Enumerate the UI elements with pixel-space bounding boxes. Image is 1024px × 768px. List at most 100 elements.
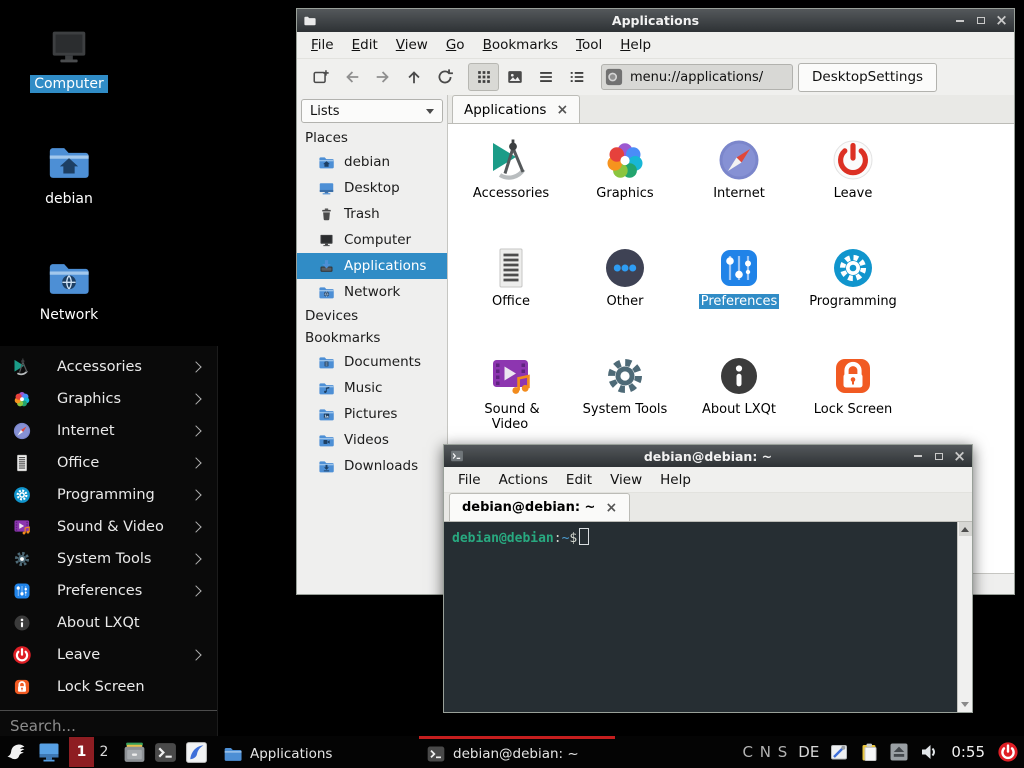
scroll-down-button[interactable] [959, 698, 972, 712]
menu-go[interactable]: Go [437, 34, 474, 56]
compact-view-button[interactable] [530, 63, 561, 91]
titlebar[interactable]: debian@debian: ~ [444, 445, 972, 467]
menu-item-lock-screen[interactable]: Lock Screen [0, 671, 217, 703]
menu-tool[interactable]: Tool [567, 34, 611, 56]
menu-help[interactable]: Help [611, 34, 660, 56]
menu-item-about-lxqt[interactable]: About LXQt [0, 607, 217, 639]
task-button-applications[interactable]: Applications [216, 736, 412, 768]
desktop-icon-computer[interactable]: Computer [17, 24, 121, 93]
terminal-cursor [579, 528, 589, 545]
grid-item-preferences[interactable]: Preferences [682, 244, 796, 352]
menu-bookmarks[interactable]: Bookmarks [474, 34, 567, 56]
up-arrow-icon [405, 68, 423, 86]
menu-item-programming[interactable]: Programming [0, 479, 217, 511]
menu-file[interactable]: File [449, 469, 490, 491]
sidebar-item-pictures[interactable]: Pictures [297, 401, 447, 427]
grid-item-office[interactable]: Office [454, 244, 568, 352]
clock[interactable]: 0:55 [951, 743, 985, 761]
sidebar-item-videos[interactable]: Videos [297, 427, 447, 453]
sidebar-item-trash[interactable]: Trash [297, 201, 447, 227]
menu-item-label: About LXQt [57, 615, 140, 631]
minimize-button[interactable] [911, 450, 924, 463]
menu-view[interactable]: View [387, 34, 437, 56]
grid-item-programming[interactable]: Programming [796, 244, 910, 352]
detailed-view-button[interactable] [561, 63, 592, 91]
icon-view-button[interactable] [468, 63, 499, 91]
sidebar-item-desktop[interactable]: Desktop [297, 175, 447, 201]
menu-item-leave[interactable]: Leave [0, 639, 217, 671]
menu-item-graphics[interactable]: Graphics [0, 383, 217, 415]
workspace-2-button[interactable]: 2 [94, 737, 114, 767]
menu-item-accessories[interactable]: Accessories [0, 351, 217, 383]
screenshot-tray-icon[interactable] [829, 742, 849, 762]
grid-item-leave[interactable]: Leave [796, 136, 910, 244]
maximize-button[interactable] [974, 14, 987, 27]
sidebar-item-documents[interactable]: Documents [297, 349, 447, 375]
tab-applications[interactable]: Applications × [452, 95, 580, 123]
sidebar-item-downloads[interactable]: Downloads [297, 453, 447, 479]
menu-item-system-tools[interactable]: System Tools [0, 543, 217, 575]
clipboard-tray-icon[interactable] [859, 742, 879, 762]
close-button[interactable] [953, 450, 966, 463]
desktop-icon-debian[interactable]: debian [17, 139, 121, 208]
sidebar-item-applications[interactable]: Applications [297, 253, 447, 279]
terminal-tab[interactable]: debian@debian: ~ × [449, 493, 630, 521]
lock-icon [829, 352, 877, 400]
chevron-down-icon [426, 109, 434, 118]
sidebar-item-music[interactable]: Music [297, 375, 447, 401]
desktop-icon-network[interactable]: Network [17, 255, 121, 324]
menu-item-sound-video[interactable]: Sound & Video [0, 511, 217, 543]
grid-item-accessories[interactable]: Accessories [454, 136, 568, 244]
new-tab-button[interactable] [305, 63, 336, 91]
grid-item-internet[interactable]: Internet [682, 136, 796, 244]
task-button-terminal[interactable]: debian@debian: ~ [419, 736, 615, 768]
back-button[interactable] [336, 63, 367, 91]
workspace-1-button[interactable]: 1 [69, 737, 94, 767]
refresh-button[interactable] [429, 63, 460, 91]
scrollbar[interactable] [957, 522, 972, 712]
prompt-colon: : [554, 531, 562, 546]
scroll-up-button[interactable] [959, 522, 972, 536]
sidebar-item-network[interactable]: Network [297, 279, 447, 305]
menu-item-preferences[interactable]: Preferences [0, 575, 217, 607]
tab-close-icon[interactable]: × [605, 501, 617, 515]
close-button[interactable] [995, 14, 1008, 27]
thumbnail-view-button[interactable] [499, 63, 530, 91]
maximize-button[interactable] [932, 450, 945, 463]
show-desktop-button[interactable] [34, 736, 64, 768]
tab-label: debian@debian: ~ [462, 500, 595, 515]
sidebar-item-computer[interactable]: Computer [297, 227, 447, 253]
grid-item-graphics[interactable]: Graphics [568, 136, 682, 244]
address-bar[interactable]: menu://applications/ [601, 64, 793, 90]
menu-edit[interactable]: Edit [557, 469, 601, 491]
terminal-launcher-icon[interactable] [153, 740, 178, 765]
menu-file[interactable]: File [302, 34, 343, 56]
start-menu-button[interactable] [0, 736, 34, 768]
power-button-icon[interactable] [997, 741, 1019, 763]
forward-button[interactable] [367, 63, 398, 91]
tab-close-icon[interactable]: × [556, 103, 568, 117]
file-manager-launcher-icon[interactable] [122, 740, 147, 765]
sidebar-item-debian[interactable]: debian [297, 149, 447, 175]
menu-view[interactable]: View [601, 469, 651, 491]
keyboard-layout[interactable]: DE [798, 743, 819, 761]
terminal-screen[interactable]: debian@debian:~$ [444, 522, 957, 712]
titlebar[interactable]: Applications [297, 9, 1014, 32]
eject-tray-icon[interactable] [889, 742, 909, 762]
desktop-settings-button[interactable]: DesktopSettings [798, 63, 937, 92]
menu-item-office[interactable]: Office [0, 447, 217, 479]
sidebar-mode-select[interactable]: Lists [301, 99, 443, 123]
grid-item-other[interactable]: Other [568, 244, 682, 352]
minimize-button[interactable] [953, 14, 966, 27]
menu-help[interactable]: Help [651, 469, 700, 491]
computer-icon [46, 24, 92, 70]
taskbar: 1 2 Applications debian@debian: ~ C N S … [0, 736, 1024, 768]
featherpad-launcher-icon[interactable] [184, 740, 209, 765]
menu-actions[interactable]: Actions [490, 469, 557, 491]
system-tray: C N S DE 0:55 [743, 741, 1024, 763]
menu-item-internet[interactable]: Internet [0, 415, 217, 447]
up-button[interactable] [398, 63, 429, 91]
menu-edit[interactable]: Edit [343, 34, 387, 56]
volume-icon[interactable] [919, 742, 939, 762]
system-tools-icon [12, 549, 32, 569]
